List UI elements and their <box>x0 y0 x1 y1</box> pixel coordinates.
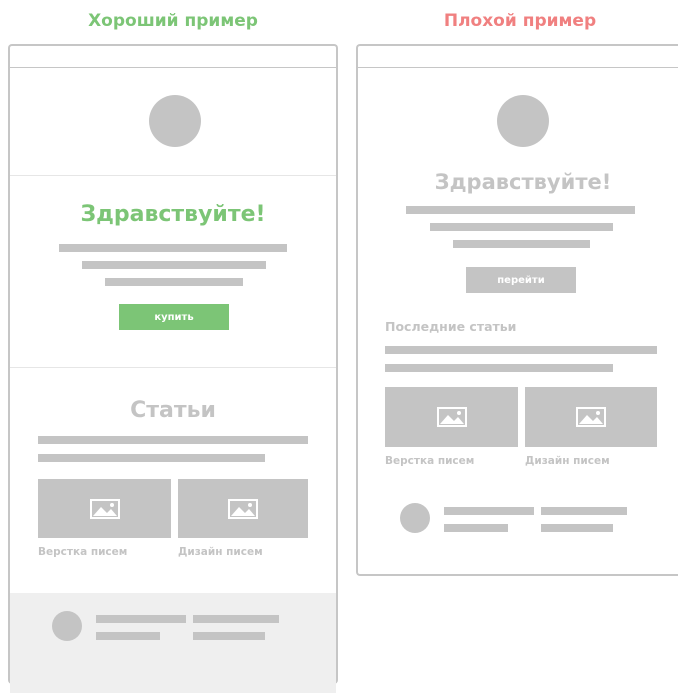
article-image[interactable] <box>525 387 657 447</box>
text-line <box>444 524 508 532</box>
text-line <box>193 615 279 623</box>
text-line <box>193 632 265 640</box>
good-email-frame: Здравствуйте! купить Статьи Верстка писе… <box>8 44 338 693</box>
article-image[interactable] <box>385 387 518 447</box>
text-line <box>105 278 243 286</box>
section-divider <box>10 367 336 368</box>
text-line <box>444 507 534 515</box>
text-line <box>541 524 613 532</box>
frame-top-divider <box>10 67 336 68</box>
text-line <box>453 240 590 248</box>
footer <box>10 593 336 693</box>
text-line <box>82 261 266 269</box>
article-image[interactable] <box>178 479 308 538</box>
go-button[interactable]: перейти <box>466 267 576 293</box>
text-line <box>96 632 160 640</box>
text-line <box>430 223 613 231</box>
text-line <box>59 244 287 252</box>
text-line <box>541 507 627 515</box>
text-line <box>385 364 613 372</box>
image-icon <box>90 499 120 519</box>
article-caption[interactable]: Верстка писем <box>38 546 127 558</box>
text-line <box>406 206 635 214</box>
text-line <box>96 615 186 623</box>
article-caption[interactable]: Верстка писем <box>385 455 474 467</box>
article-caption[interactable]: Дизайн писем <box>525 455 610 467</box>
greeting-title: Здравствуйте! <box>434 170 612 194</box>
buy-button[interactable]: купить <box>119 304 229 330</box>
article-caption[interactable]: Дизайн писем <box>178 546 263 558</box>
text-line <box>38 436 308 444</box>
header-divider <box>10 175 336 176</box>
image-icon <box>437 407 467 427</box>
author-avatar <box>400 503 430 533</box>
text-line <box>385 346 657 354</box>
good-example-heading: Хороший пример <box>88 11 258 31</box>
logo-placeholder <box>497 95 549 147</box>
greeting-title: Здравствуйте! <box>80 202 266 227</box>
bad-email-frame: Здравствуйте! перейти Последние статьи В… <box>356 44 678 576</box>
latest-articles-title: Последние статьи <box>385 319 517 334</box>
frame-top-divider <box>358 67 678 68</box>
image-icon <box>576 407 606 427</box>
bad-example-heading: Плохой пример <box>443 11 597 31</box>
text-line <box>38 454 265 462</box>
articles-title: Статьи <box>130 398 216 423</box>
author-avatar <box>52 611 82 641</box>
image-icon <box>228 499 258 519</box>
logo-placeholder <box>149 95 201 147</box>
article-image[interactable] <box>38 479 171 538</box>
